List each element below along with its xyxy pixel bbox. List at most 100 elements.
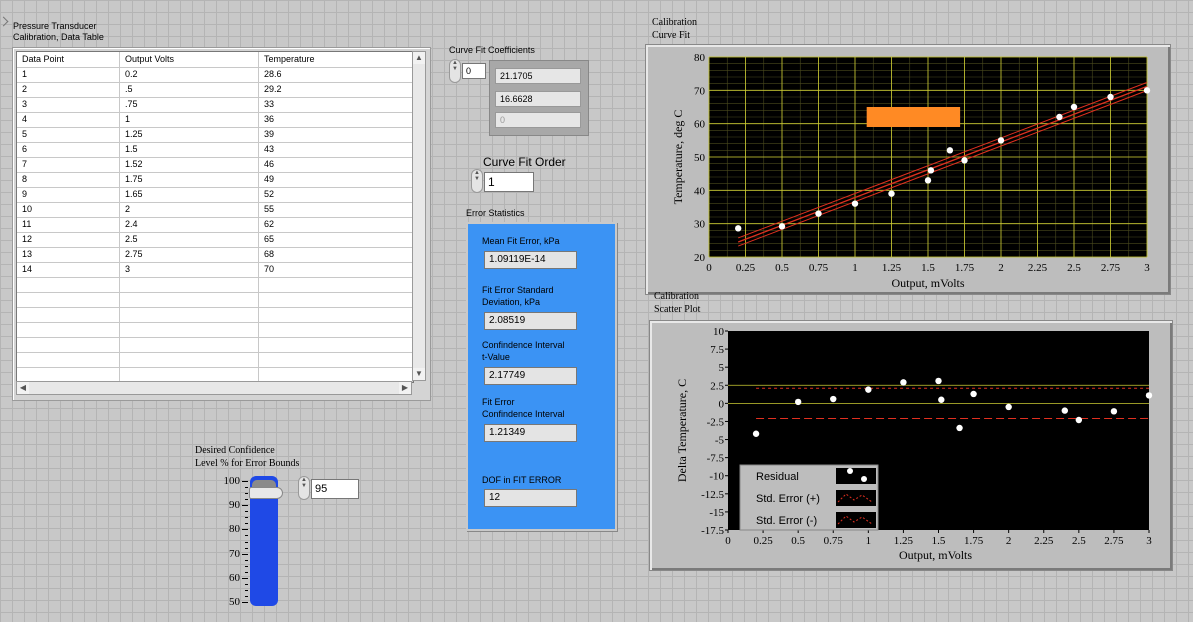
table-cell[interactable] [120,307,259,322]
table-row[interactable]: 4 1 36 [17,112,413,128]
table-cell[interactable]: 1.75 [120,172,259,187]
scroll-down-arrow-icon[interactable]: ▼ [413,368,425,380]
table-cell[interactable]: 1 [17,67,120,82]
residual-point[interactable] [935,377,942,385]
table-cell[interactable] [259,322,413,337]
residual-point[interactable] [938,396,945,403]
vertical-scrollbar[interactable]: ▲ ▼ [412,51,426,381]
table-cell[interactable]: 8 [17,172,120,187]
data-point[interactable] [815,210,822,217]
table-cell[interactable]: 10 [17,202,120,217]
table-cell[interactable]: 36 [259,112,413,127]
table-cell[interactable]: 0.2 [120,67,259,82]
table-cell[interactable]: 43 [259,142,413,157]
table-cell[interactable] [17,337,120,352]
table-cell[interactable] [17,307,120,322]
table-cell[interactable]: 46 [259,157,413,172]
table-cell[interactable] [120,277,259,292]
table-row[interactable]: 13 2.75 68 [17,247,413,263]
table-cell[interactable]: 1.25 [120,127,259,142]
table-cell[interactable]: 11 [17,217,120,232]
table-cell[interactable]: 65 [259,232,413,247]
table-cell[interactable] [259,277,413,292]
curve-fit-plot[interactable]: 0 0.25 0.5 0.75 1 1.25 1.5 1.75 2 2.25 2.5 2.75 3 20 3… [646,45,1170,294]
fit-order-stepper[interactable]: ▲ ▼ [471,169,483,193]
table-row[interactable]: 1 0.2 28.6 [17,67,413,83]
table-cell[interactable]: 13 [17,247,120,262]
table-cell[interactable] [259,367,413,382]
residual-point[interactable] [830,395,837,403]
coef-index-field[interactable]: 0 [462,63,486,79]
scroll-left-arrow-icon[interactable]: ◀ [17,382,29,394]
table-cell[interactable] [17,322,120,337]
table-cell[interactable]: .75 [120,97,259,112]
data-point[interactable] [946,147,954,154]
table-row[interactable]: 6 1.5 43 [17,142,413,158]
table-cell[interactable] [259,352,413,367]
table-cell[interactable]: 4 [17,112,120,127]
table-cell[interactable]: 52 [259,187,413,202]
table-cell[interactable]: 55 [259,202,413,217]
table-row[interactable]: 7 1.52 46 [17,157,413,173]
residual-point[interactable] [752,430,760,437]
data-point[interactable] [888,190,895,197]
table-cell[interactable]: 68 [259,247,413,262]
scroll-up-arrow-icon[interactable]: ▲ [413,52,425,64]
table-cell[interactable]: 39 [259,127,413,142]
scroll-right-arrow-icon[interactable]: ▶ [399,382,411,394]
table-cell[interactable]: 12 [17,232,120,247]
table-cell[interactable] [120,352,259,367]
residual-point[interactable] [900,379,907,386]
table-cell[interactable]: 70 [259,262,413,277]
residual-point[interactable] [865,386,872,393]
residual-point[interactable] [794,398,802,406]
data-point[interactable] [961,157,968,164]
data-point[interactable] [1143,87,1151,94]
table-cell[interactable]: 33 [259,97,413,112]
table-cell[interactable] [120,322,259,337]
data-point[interactable] [927,167,935,174]
table-cell[interactable]: 7 [17,157,120,172]
table-cell[interactable]: 1.5 [120,142,259,157]
table-cell[interactable] [120,367,259,382]
residual-point[interactable] [1061,407,1068,414]
data-point[interactable] [851,200,859,207]
residual-point[interactable] [1005,403,1012,411]
legend-swatch[interactable] [836,468,876,484]
table-cell[interactable]: 2.5 [120,232,259,247]
table-cell[interactable]: 29.2 [259,82,413,97]
table-row[interactable] [17,307,413,323]
data-point[interactable] [1070,103,1078,111]
table-cell[interactable]: 62 [259,217,413,232]
table-row[interactable]: 8 1.75 49 [17,172,413,188]
data-point[interactable] [924,177,932,184]
table-row[interactable] [17,277,413,293]
table-cell[interactable]: 28.6 [259,67,413,82]
confidence-field[interactable]: 95 [311,479,359,499]
table-row[interactable]: 12 2.5 65 [17,232,413,248]
table-row[interactable]: 14 3 70 [17,262,413,278]
table-cell[interactable]: .5 [120,82,259,97]
table-cell[interactable] [259,292,413,307]
table-cell[interactable] [259,307,413,322]
scatter-plot[interactable]: 0 0.25 0.5 0.75 1 1.25 1.5 1.75 2 2.25 2.5 2.75 3 10 7… [650,321,1172,570]
data-point[interactable] [778,223,786,230]
data-point[interactable] [1107,93,1114,101]
table-cell[interactable] [17,292,120,307]
data-point[interactable] [1056,113,1063,121]
table-cell[interactable]: 3 [120,262,259,277]
residual-point[interactable] [1075,416,1083,424]
residual-point[interactable] [1145,392,1153,399]
residual-point[interactable] [1110,408,1118,415]
column-header[interactable]: Data Point [17,52,120,67]
table-cell[interactable]: 2.4 [120,217,259,232]
table-cell[interactable]: 9 [17,187,120,202]
table-row[interactable] [17,352,413,368]
table-cell[interactable]: 1.65 [120,187,259,202]
table-cell[interactable]: 3 [17,97,120,112]
table-cell[interactable]: 1.52 [120,157,259,172]
column-header[interactable]: Temperature [259,52,413,67]
table-cell[interactable]: 6 [17,142,120,157]
table-cell[interactable]: 1 [120,112,259,127]
slider-thumb[interactable] [249,486,283,499]
